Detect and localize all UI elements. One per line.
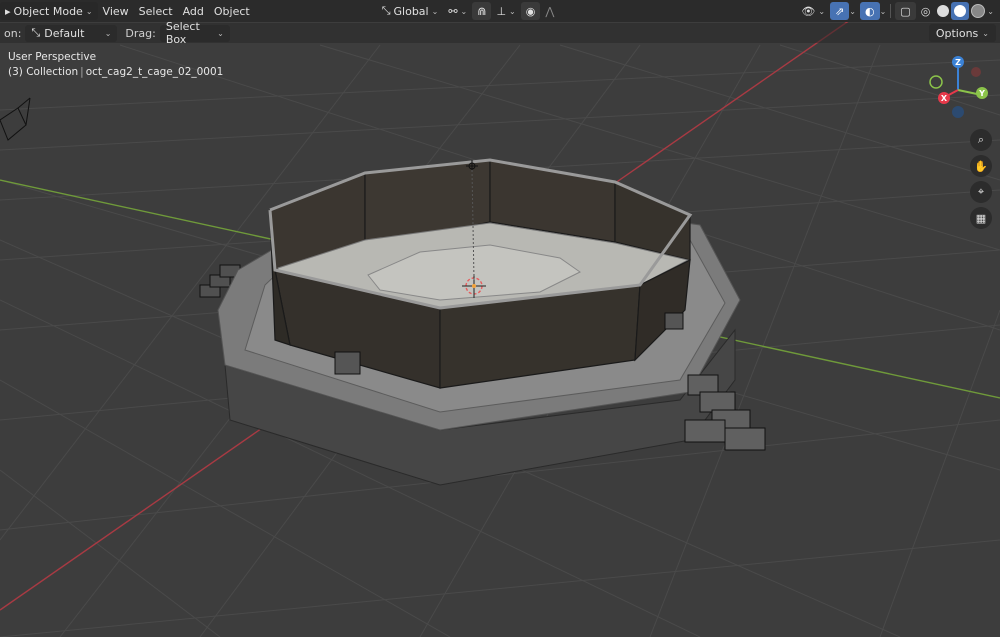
mode-label: Object Mode [13,4,83,18]
zoom-button[interactable]: ⌕ [970,129,992,151]
chevron-down-icon: ⌄ [85,6,93,16]
xray-icon: ▢ [900,4,911,18]
pivot-point[interactable]: ⚯ ⌄ [443,2,472,20]
neg-z-handle [952,106,964,118]
proportional-editing[interactable]: ◉ [520,2,541,20]
snap-toggle[interactable]: ⋒ [472,2,492,20]
shading-solid[interactable] [935,2,951,20]
chevron-down-icon[interactable]: ⌄ [849,7,856,16]
overlay-icon: ◐ [864,4,875,18]
gizmo-toggle[interactable]: ⇗ [830,2,850,20]
menu-select[interactable]: Select [134,2,178,20]
mode-selector[interactable]: ▸ Object Mode ⌄ [0,2,98,20]
overlay-toggle[interactable]: ◐ [859,2,880,20]
orientation-icon: ⤡ [31,26,41,39]
pan-button[interactable]: ✋ [970,155,992,177]
shading-material[interactable] [951,2,970,20]
drag-label: Drag: [125,26,156,40]
shading-render [971,4,986,18]
viewport-header: ▸ Object Mode ⌄ View Select Add Object ⤡… [0,0,1000,22]
neg-y-handle [929,75,943,89]
xray-toggle[interactable]: ▢ [895,2,916,20]
shading-render[interactable] [969,2,987,20]
menu-object[interactable]: Object [209,2,255,20]
hand-icon: ✋ [974,159,988,173]
snap-target[interactable]: ⊥ ⌄ [491,2,520,20]
camera-object[interactable] [0,97,31,141]
falloff[interactable]: ⋀ [540,2,559,20]
shading-solid [937,5,950,17]
perspective-toggle[interactable]: ▦ [970,207,992,229]
snap-icon: ⋒ [477,4,487,18]
falloff-icon: ⋀ [545,4,555,18]
pivot-icon: ⚯ [448,4,458,18]
y-label: Y [978,89,985,98]
shading-material [954,5,967,17]
neg-x-handle [971,67,981,77]
transform-orientation-dropdown[interactable]: ⤡ Default ⌄ [25,24,118,42]
chevron-down-icon: ⌄ [431,6,439,16]
object-info: (3) Collection | oct_cag2_t_cage_02_0001 [8,66,224,78]
menu-add[interactable]: Add [178,2,209,20]
navigation-gizmo[interactable]: Z Y X [922,50,1000,122]
orientation-label: Global [393,4,429,18]
shading-wireframe[interactable]: ◎ [916,2,936,20]
view-name: User Perspective [8,51,97,63]
gizmo-icon: ⇗ [835,4,845,18]
options-button[interactable]: Options ⌄ [928,24,996,42]
proportional-icon: ◉ [525,4,536,18]
menu-view[interactable]: View [98,2,134,20]
zoom-icon: ⌕ [977,133,985,146]
orientation-label: on: [4,26,22,40]
x-label: X [941,94,948,103]
chevron-down-icon[interactable]: ⌄ [880,7,887,16]
visibility-icon: 👁 [801,4,816,18]
object-name: oct_cag2_t_cage_02_0001 [85,66,224,78]
orientation-icon: ⤡ [381,4,391,17]
snap-target-icon: ⊥ [496,4,507,18]
collection-name: (3) Collection [8,66,79,78]
camera-icon: ⌖ [977,185,985,198]
3d-viewport[interactable] [0,0,1000,637]
grid-icon: ▦ [975,211,987,225]
chevron-down-icon[interactable]: ⌄ [987,7,994,16]
transform-orientation[interactable]: ⤡ Global ⌄ [377,2,444,20]
editor-type-icon: ▸ [5,4,11,18]
visibility-toggle[interactable]: 👁 ⌄ [796,2,830,20]
z-label: Z [955,58,961,67]
camera-view-button[interactable]: ⌖ [970,181,992,203]
shading-wire: ◎ [920,4,931,18]
drag-dropdown[interactable]: Select Box ⌄ [159,20,230,46]
tool-settings: on: ⤡ Default ⌄ Drag: Select Box ⌄ [0,20,1000,46]
